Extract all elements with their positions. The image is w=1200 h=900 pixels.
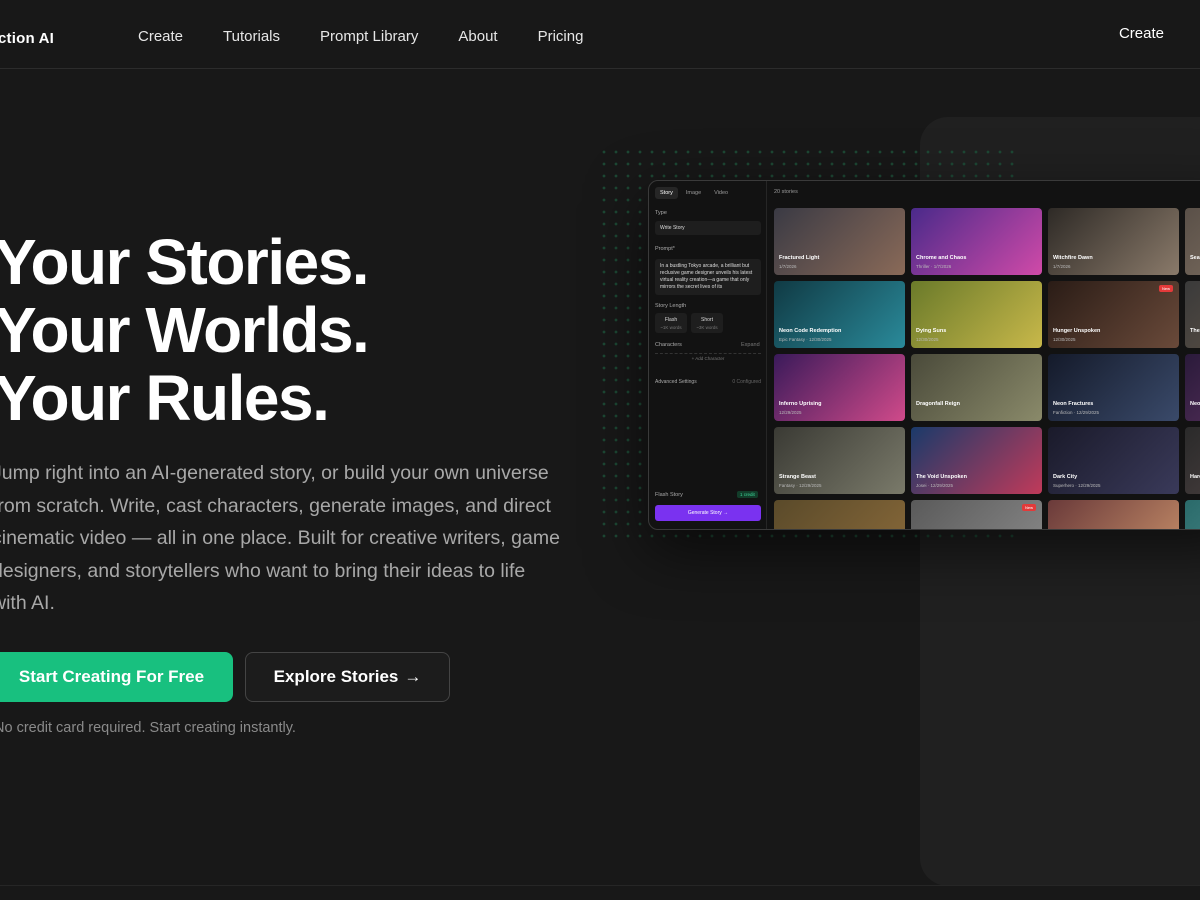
arrow-right-icon: →	[404, 667, 422, 686]
story-tile[interactable]: The Void Unspoken Josei · 12/29/2025	[911, 427, 1042, 494]
story-tile-meta: Fantasy · 12/29/2025	[779, 483, 822, 488]
add-character-button[interactable]: + Add Character	[655, 353, 761, 363]
story-tile-meta: 1/7/2026	[779, 264, 797, 269]
story-tile-title: Dark City	[1053, 474, 1078, 480]
story-tile-title: Neon	[1190, 401, 1200, 407]
story-tile[interactable]	[1048, 500, 1179, 529]
hero-headline: Your Stories. Your Worlds. Your Rules.	[0, 226, 370, 434]
top-nav: ction AI Create Tutorials Prompt Library…	[0, 0, 1200, 69]
credit-badge: 1 credit	[737, 491, 758, 498]
story-tile[interactable]: Strange Beast Fantasy · 12/29/2025	[774, 427, 905, 494]
preview-tab-story[interactable]: Story	[655, 187, 678, 199]
preview-sidebar: Story Image Video Type Write Story Promp…	[649, 181, 767, 529]
story-tile-title: The Void Unspoken	[916, 474, 967, 480]
story-tile[interactable]: Witchfire Dawn 1/7/2026	[1048, 208, 1179, 275]
headline-line: Your Rules.	[0, 362, 330, 434]
length-option-sub: ~3K words	[696, 325, 718, 330]
type-select[interactable]: Write Story	[655, 221, 761, 235]
preview-tabs: Story Image Video	[655, 187, 733, 199]
app-preview: Story Image Video Type Write Story Promp…	[648, 180, 1200, 530]
headline-line: Your Worlds.	[0, 294, 370, 366]
story-tile-meta: 12/29/2025	[779, 410, 802, 415]
story-tile-title: Dying Suns	[916, 328, 947, 334]
story-tile-title: Hardt	[1190, 474, 1200, 480]
story-tile-title: Fractured Light	[779, 255, 820, 261]
prompt-label: Prompt*	[655, 246, 675, 252]
story-count: 20 stories	[774, 189, 798, 195]
story-tile-title: Hunger Unspoken	[1053, 328, 1101, 334]
explore-stories-button[interactable]: Explore Stories →	[245, 652, 450, 702]
story-tile[interactable]: Inferno Uprising 12/29/2025	[774, 354, 905, 421]
length-option-sub: ~1K words	[660, 325, 682, 330]
hero-subtext: Jump right into an AI-generated story, o…	[0, 462, 560, 614]
generate-story-button[interactable]: Generate Story →	[655, 505, 761, 521]
nav-link-prompt-library[interactable]: Prompt Library	[320, 28, 418, 45]
story-tile-title: Strange Beast	[779, 474, 816, 480]
brand-logo[interactable]: ction AI	[0, 30, 54, 47]
story-tile-meta: Epic Fantasy · 12/30/2025	[779, 337, 832, 342]
story-tile-meta: 1/7/2026	[1053, 264, 1071, 269]
story-tile-meta: Thriller · 1/7/2026	[916, 264, 952, 269]
story-tile[interactable]	[774, 500, 905, 529]
story-tile-title: Season	[1190, 255, 1200, 261]
story-tile-title: Inferno Uprising	[779, 401, 822, 407]
no-credit-card-note: No credit card required. Start creating …	[0, 720, 296, 736]
nav-link-tutorials[interactable]: Tutorials	[223, 28, 280, 45]
advanced-settings-label: Advanced Settings	[655, 379, 697, 385]
story-tile[interactable]: Neon Code Redemption Epic Fantasy · 12/30…	[774, 281, 905, 348]
story-tile[interactable]: Dark City Superhero · 12/29/2025	[1048, 427, 1179, 494]
story-tile[interactable]: Dragonfall Reign	[911, 354, 1042, 421]
story-tile[interactable]: Hardt	[1185, 427, 1200, 494]
prompt-textarea[interactable]: In a bustling Tokyo arcade, a brilliant …	[655, 259, 761, 295]
length-option-short[interactable]: Short ~3K words	[691, 313, 723, 333]
story-tile[interactable]: Chrome and Chaos Thriller · 1/7/2026	[911, 208, 1042, 275]
story-tile[interactable]: Hunger Unspoken 12/30/2025 New	[1048, 281, 1179, 348]
story-tile-meta: 12/30/2025	[1053, 337, 1076, 342]
start-creating-label: Start Creating For Free	[18, 667, 205, 686]
story-tile-title: Neon Fractures	[1053, 401, 1094, 407]
length-option-name: Flash	[664, 317, 678, 323]
story-tile-title: Dragonfall Reign	[916, 401, 961, 407]
nav-link-create[interactable]: Create	[138, 28, 183, 45]
section-divider	[0, 885, 1200, 886]
story-tile-meta: 12/30/2025	[916, 337, 939, 342]
nav-create-button[interactable]: Create	[1119, 25, 1164, 42]
story-tile-title: The C	[1190, 328, 1200, 334]
length-option-flash[interactable]: Flash ~1K words	[655, 313, 687, 333]
new-badge: New	[1158, 285, 1173, 292]
flash-story-label: Flash Story	[655, 492, 683, 498]
story-tile[interactable]: Fractured Light 1/7/2026	[774, 208, 905, 275]
length-option-name: Short	[701, 317, 713, 323]
story-tile-title: Neon Code Redemption	[779, 328, 842, 334]
preview-tab-image[interactable]: Image	[681, 187, 706, 199]
story-tile[interactable]: Dying Suns 12/30/2025	[911, 281, 1042, 348]
story-grid: Fractured Light 1/7/2026 Chrome and Chaos T…	[774, 208, 1200, 529]
story-tile-meta: Josei · 12/29/2025	[916, 483, 954, 488]
story-tile-title: Witchfire Dawn	[1053, 255, 1093, 261]
nav-links: Create Tutorials Prompt Library About Pr…	[138, 28, 583, 45]
nav-link-pricing[interactable]: Pricing	[538, 28, 584, 45]
advanced-settings-value: 0 Configured	[732, 379, 761, 385]
story-tile[interactable]: Neon Fractures Fanfiction · 12/29/2025	[1048, 354, 1179, 421]
story-length-label: Story Length	[655, 303, 687, 309]
story-tile-title: Chrome and Chaos	[916, 255, 967, 261]
type-label: Type	[655, 210, 667, 216]
story-tile[interactable]: New	[911, 500, 1042, 529]
headline-line: Your Stories.	[0, 226, 370, 298]
story-tile[interactable]: Season	[1185, 208, 1200, 275]
story-tile[interactable]: Neon	[1185, 354, 1200, 421]
new-badge: New	[1021, 504, 1036, 511]
explore-stories-label: Explore Stories	[273, 667, 399, 686]
story-tile-meta: Superhero · 12/29/2025	[1053, 483, 1101, 488]
story-tile-meta: Fanfiction · 12/29/2025	[1053, 410, 1100, 415]
characters-expand[interactable]: Expand	[741, 342, 760, 348]
preview-tab-video[interactable]: Video	[709, 187, 733, 199]
characters-label: Characters	[655, 342, 682, 348]
start-creating-button[interactable]: Start Creating For Free	[0, 652, 233, 702]
nav-link-about[interactable]: About	[458, 28, 497, 45]
story-tile[interactable]: The C	[1185, 281, 1200, 348]
advanced-settings[interactable]: Advanced Settings 0 Configured	[655, 379, 761, 385]
story-tile[interactable]	[1185, 500, 1200, 529]
